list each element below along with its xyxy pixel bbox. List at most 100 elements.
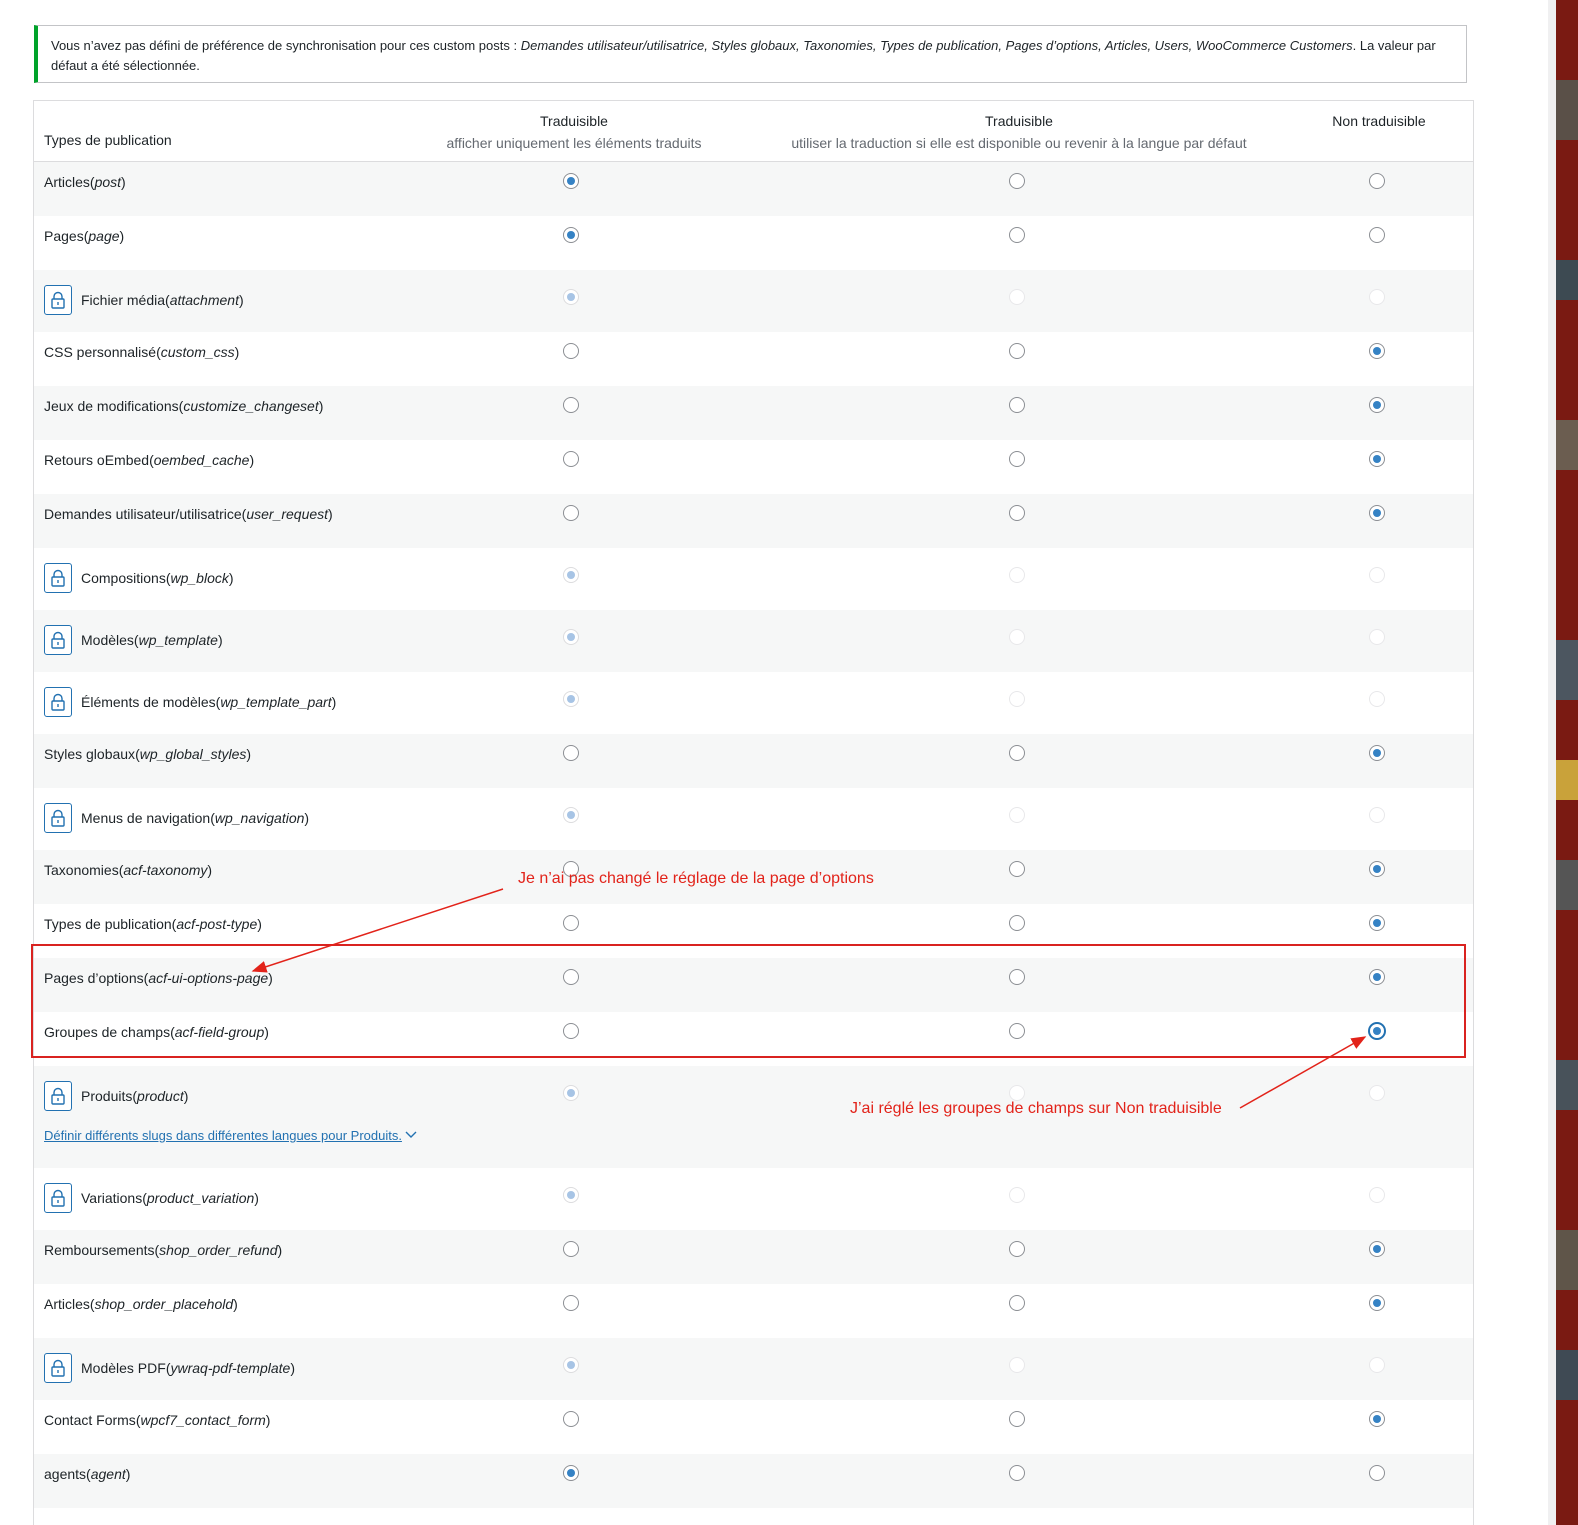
lock-icon[interactable] — [44, 687, 72, 717]
post-type-slug: customize_changeset — [183, 398, 319, 414]
radio-translatable-strict[interactable] — [563, 1465, 579, 1481]
post-type-slug: ywraq-pdf-template — [170, 1360, 291, 1376]
radio-not-translatable[interactable] — [1369, 861, 1385, 877]
radio-not-translatable[interactable] — [1369, 227, 1385, 243]
radio-translatable-strict[interactable] — [563, 343, 579, 359]
radio-translatable-strict[interactable] — [563, 1411, 579, 1427]
paren-close: ) — [290, 1360, 295, 1376]
header-col1-subtitle: afficher uniquement les éléments traduit… — [446, 135, 702, 151]
lock-icon[interactable] — [44, 563, 72, 593]
post-type-name: Pages — [44, 228, 84, 244]
radio-translatable-fallback[interactable] — [1009, 343, 1025, 359]
radio-not-translatable[interactable] — [1369, 173, 1385, 189]
radio-not-translatable[interactable] — [1369, 915, 1385, 931]
radio-not-translatable[interactable] — [1369, 343, 1385, 359]
radio-translatable-strict — [563, 807, 579, 823]
lock-icon[interactable] — [44, 1353, 72, 1383]
radio-translatable-fallback[interactable] — [1009, 1411, 1025, 1427]
lock-icon[interactable] — [44, 803, 72, 833]
paren-close: ) — [119, 228, 125, 244]
radio-translatable-fallback[interactable] — [1009, 1241, 1025, 1257]
post-type-slug: custom_css — [160, 344, 235, 360]
radio-translatable-fallback[interactable] — [1009, 173, 1025, 189]
post-type-name: Jeux de modifications — [44, 398, 179, 414]
chevron-down-icon — [402, 1128, 418, 1143]
radio-translatable-fallback[interactable] — [1009, 915, 1025, 931]
post-type-name: Styles globaux — [44, 746, 136, 762]
post-type-label: Pages (page) — [44, 225, 124, 247]
header-col2-title: Traduisible — [985, 113, 1053, 129]
paren-close: ) — [304, 810, 310, 826]
radio-not-translatable[interactable] — [1369, 1241, 1385, 1257]
radio-translatable-fallback — [1009, 567, 1025, 583]
radio-translatable-fallback[interactable] — [1009, 745, 1025, 761]
radio-translatable-fallback[interactable] — [1009, 861, 1025, 877]
post-type-slug: user_request — [246, 506, 329, 522]
radio-translatable-strict[interactable] — [563, 227, 579, 243]
paren-close: ) — [331, 694, 337, 710]
radio-translatable-fallback[interactable] — [1009, 227, 1025, 243]
radio-not-translatable[interactable] — [1369, 1295, 1385, 1311]
radio-translatable-strict[interactable] — [563, 915, 579, 931]
radio-translatable-strict — [563, 289, 579, 305]
radio-not-translatable[interactable] — [1369, 1465, 1385, 1481]
radio-not-translatable[interactable] — [1369, 505, 1385, 521]
post-type-label: Articles (shop_order_placehold) — [44, 1293, 238, 1315]
post-type-name: Compositions — [81, 570, 166, 586]
lock-icon[interactable] — [44, 285, 72, 315]
radio-not-translatable[interactable] — [1369, 397, 1385, 413]
header-col-not-translatable: Non traduisible — [1304, 110, 1454, 132]
radio-translatable-strict[interactable] — [563, 505, 579, 521]
define-slugs-link[interactable]: Définir différents slugs dans différente… — [44, 1128, 418, 1143]
radio-translatable-fallback[interactable] — [1009, 505, 1025, 521]
table-row: Pages (page) — [34, 216, 1473, 270]
radio-not-translatable[interactable] — [1369, 451, 1385, 467]
radio-translatable-strict[interactable] — [563, 745, 579, 761]
header-col1-title: Traduisible — [540, 113, 608, 129]
radio-translatable-fallback[interactable] — [1009, 451, 1025, 467]
post-type-label: Remboursements (shop_order_refund) — [44, 1239, 282, 1261]
paren-close: ) — [265, 1412, 271, 1428]
post-type-label: Modèles (wp_template) — [44, 625, 223, 655]
lock-icon[interactable] — [44, 1183, 72, 1213]
radio-translatable-fallback[interactable] — [1009, 1295, 1025, 1311]
radio-translatable-strict[interactable] — [563, 1241, 579, 1257]
paren-close: ) — [217, 632, 223, 648]
radio-translatable-strict — [563, 1085, 579, 1101]
radio-translatable-strict[interactable] — [563, 451, 579, 467]
paren-close: ) — [246, 746, 252, 762]
post-type-name: Demandes utilisateur/utilisatrice — [44, 506, 242, 522]
paren-close: ) — [238, 292, 244, 308]
post-type-name: Menus de navigation — [81, 810, 211, 826]
post-type-name: Contact Forms — [44, 1412, 136, 1428]
lock-icon[interactable] — [44, 1081, 72, 1111]
define-slugs-link-text: Définir différents slugs dans différente… — [44, 1128, 402, 1143]
notice-prefix: Vous n’avez pas défini de préférence de … — [51, 38, 521, 53]
post-type-name: Produits — [81, 1088, 133, 1104]
header-types-label: Types de publication — [44, 132, 172, 148]
radio-translatable-fallback[interactable] — [1009, 397, 1025, 413]
radio-not-translatable[interactable] — [1369, 1411, 1385, 1427]
paren-close: ) — [183, 1088, 189, 1104]
radio-translatable-fallback — [1009, 629, 1025, 645]
radio-not-translatable — [1369, 1357, 1385, 1373]
post-type-name: Modèles — [81, 632, 134, 648]
post-type-name: Articles — [44, 1296, 90, 1312]
table-row: Modèles (wp_template) — [34, 610, 1473, 672]
notice-items: Demandes utilisateur/utilisatrice, Style… — [520, 38, 1353, 53]
radio-not-translatable[interactable] — [1369, 745, 1385, 761]
radio-translatable-strict[interactable] — [563, 397, 579, 413]
lock-icon[interactable] — [44, 625, 72, 655]
header-col-translatable-strict: Traduisible afficher uniquement les élém… — [424, 110, 724, 154]
post-type-label: Menus de navigation (wp_navigation) — [44, 803, 309, 833]
post-type-name: Types de publication — [44, 916, 172, 932]
post-type-slug: agent — [90, 1466, 126, 1482]
radio-translatable-fallback — [1009, 1187, 1025, 1203]
radio-translatable-strict[interactable] — [563, 173, 579, 189]
post-type-name: Taxonomies — [44, 862, 119, 878]
post-types-table: Types de publication Traduisible affiche… — [33, 100, 1474, 1525]
post-type-label: CSS personnalisé (custom_css) — [44, 341, 239, 363]
radio-translatable-strict[interactable] — [563, 1295, 579, 1311]
radio-translatable-fallback — [1009, 807, 1025, 823]
radio-translatable-fallback[interactable] — [1009, 1465, 1025, 1481]
